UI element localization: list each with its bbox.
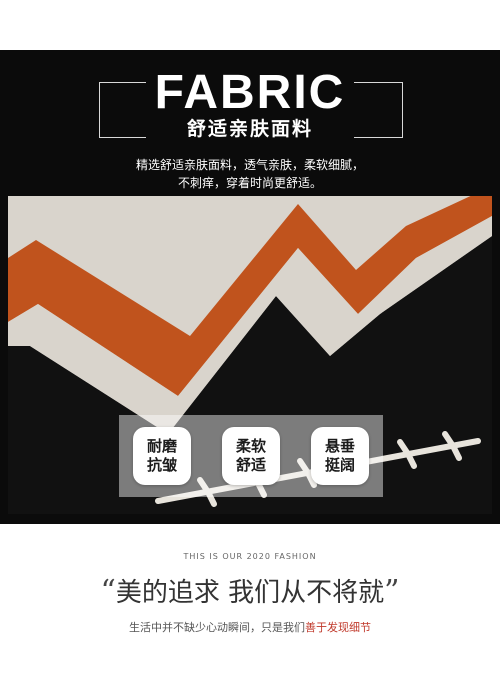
page-title: FABRIC <box>146 62 354 124</box>
slogan-chinese: “美的追求 我们从不将就” <box>0 572 500 613</box>
feature-badge-line-2: 舒适 <box>235 456 266 474</box>
slogan-text: 美的追求 我们从不将就 <box>115 578 385 608</box>
feature-badge-line-1: 悬垂 <box>324 437 355 455</box>
tagline-plain: 生活中并不缺少心动瞬间，只是我们 <box>129 621 305 634</box>
feature-badge-drape: 悬垂 挺阔 <box>311 427 369 485</box>
close-quote: ” <box>384 574 400 609</box>
feature-badge-line-2: 挺阔 <box>324 456 355 474</box>
feature-badge-wear-resistant: 耐磨 抗皱 <box>133 427 191 485</box>
description-line-1: 精选舒适亲肤面料，透气亲肤，柔软细腻， <box>135 158 364 172</box>
feature-badge-line-1: 柔软 <box>235 437 266 455</box>
tagline-accent: 善于发现细节 <box>305 621 371 634</box>
feature-badge-soft: 柔软 舒适 <box>222 427 280 485</box>
feature-badge-line-1: 耐磨 <box>146 437 177 455</box>
description: 精选舒适亲肤面料，透气亲肤，柔软细腻， 不刺痒，穿着时尚更舒适。 <box>100 156 400 192</box>
feature-badge-line-2: 抗皱 <box>146 456 177 474</box>
feature-panel: 耐磨 抗皱 柔软 舒适 悬垂 挺阔 <box>119 415 383 497</box>
tagline: 生活中并不缺少心动瞬间，只是我们善于发现细节 <box>0 620 500 636</box>
open-quote: “ <box>100 574 116 609</box>
slogan-english: THIS IS OUR 2020 FASHION <box>183 552 317 561</box>
description-line-2: 不刺痒，穿着时尚更舒适。 <box>177 176 322 190</box>
page-subtitle: 舒适亲肤面料 <box>146 116 354 142</box>
